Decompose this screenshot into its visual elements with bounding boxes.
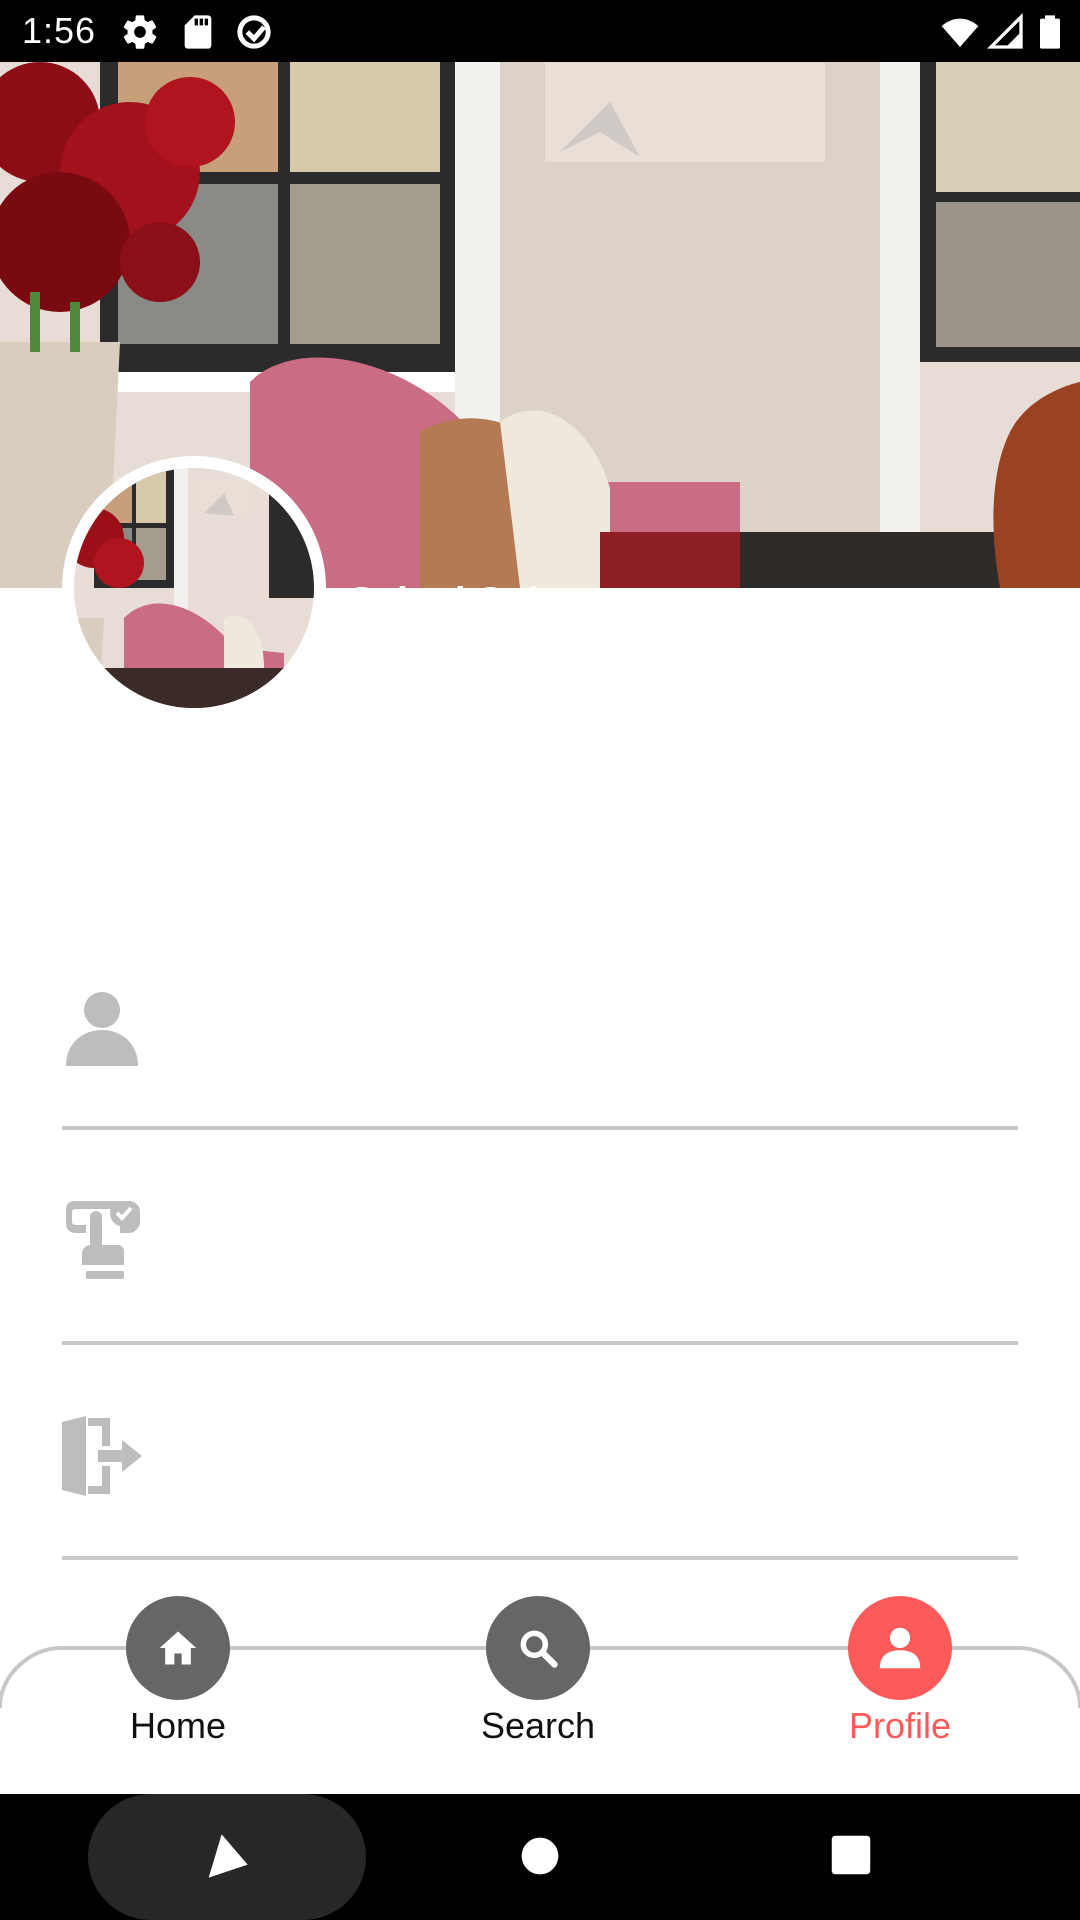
system-nav-bar	[0, 1794, 1080, 1920]
avatar[interactable]	[62, 456, 326, 720]
recents-button[interactable]	[830, 1834, 872, 1876]
nav-profile-button[interactable]	[848, 1596, 952, 1700]
home-icon	[159, 1631, 197, 1665]
profile-icon	[879, 1627, 921, 1669]
search-icon	[520, 1630, 558, 1668]
status-bar: 1:56	[0, 0, 1080, 62]
status-time: 1:56	[22, 10, 97, 51]
sd-card-icon	[184, 15, 212, 49]
nav-home-label: Home	[129, 1705, 227, 1746]
battery-icon	[1040, 15, 1060, 49]
person-icon	[66, 992, 138, 1066]
back-button[interactable]	[88, 1794, 366, 1920]
sync-icon	[237, 15, 271, 49]
nav-search[interactable]: Search	[438, 1596, 638, 1794]
menu-item-logout[interactable]	[62, 1346, 1018, 1560]
nav-home[interactable]: Home	[78, 1596, 278, 1794]
nav-search-label: Search	[480, 1705, 596, 1746]
nav-profile[interactable]: Profile	[800, 1596, 1000, 1794]
touch-check-icon	[66, 1201, 140, 1279]
menu-item-preferences[interactable]	[62, 1131, 1018, 1345]
logout-icon	[62, 1416, 142, 1496]
wifi-icon	[941, 18, 979, 47]
menu-item-account[interactable]	[62, 916, 1018, 1130]
signal-icon	[986, 12, 1023, 49]
nav-home-button[interactable]	[126, 1596, 230, 1700]
profile-name: Sainal Sultan	[348, 574, 599, 588]
nav-search-button[interactable]	[486, 1596, 590, 1700]
home-button[interactable]	[520, 1836, 560, 1876]
settings-icon	[123, 15, 157, 49]
nav-profile-label: Profile	[848, 1705, 952, 1746]
back-icon	[208, 1834, 248, 1878]
bottom-nav: Home Search Profile	[0, 1596, 1080, 1794]
